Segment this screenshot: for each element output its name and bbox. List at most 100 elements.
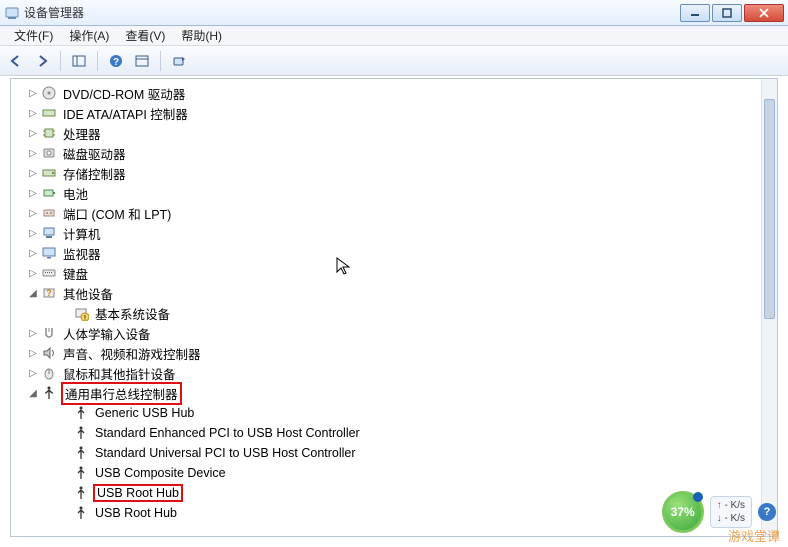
toolbar-separator [160, 51, 161, 71]
vertical-scrollbar[interactable] [761, 79, 777, 536]
tree-node-disk[interactable]: ▷ 磁盘驱动器 [11, 143, 777, 163]
other-devices-icon: ? [41, 285, 57, 301]
watermark: 游戏堂谭 [728, 526, 780, 545]
download-arrow-icon: ↓ [717, 513, 722, 524]
expand-icon[interactable]: ▷ [27, 248, 39, 259]
battery-icon [41, 185, 57, 201]
controller-icon [41, 105, 57, 121]
tree-label: 鼠标和其他指针设备 [61, 364, 178, 383]
window-controls [680, 4, 784, 22]
disk-drive-icon [41, 145, 57, 161]
menu-file[interactable]: 文件(F) [6, 27, 61, 44]
tree-label: Standard Universal PCI to USB Host Contr… [93, 446, 358, 460]
expand-icon[interactable]: ▷ [27, 228, 39, 239]
cpu-usage-value: 37% [671, 505, 695, 519]
usb-device-icon [73, 505, 89, 521]
processor-icon [41, 125, 57, 141]
tree-node-monitor[interactable]: ▷ 监视器 [11, 243, 777, 263]
hid-icon [41, 325, 57, 341]
toolbar-separator [97, 51, 98, 71]
properties-button[interactable] [130, 50, 154, 72]
device-tree-panel: ▷ DVD/CD-ROM 驱动器 ▷ IDE ATA/ATAPI 控制器 ▷ 处… [10, 78, 778, 537]
tree-label: USB Root Hub [93, 506, 179, 520]
expand-icon[interactable]: ▷ [27, 348, 39, 359]
expand-icon[interactable]: ▷ [27, 328, 39, 339]
tree-node-cpu[interactable]: ▷ 处理器 [11, 123, 777, 143]
tree-node-ide[interactable]: ▷ IDE ATA/ATAPI 控制器 [11, 103, 777, 123]
port-icon [41, 205, 57, 221]
expand-icon[interactable]: ▷ [27, 168, 39, 179]
tree-node-storage[interactable]: ▷ 存储控制器 [11, 163, 777, 183]
upload-arrow-icon: ↑ [717, 500, 722, 511]
tree-node-mouse[interactable]: ▷ 鼠标和其他指针设备 [11, 363, 777, 383]
help-button[interactable]: ? [104, 50, 128, 72]
help-bubble-icon[interactable]: ? [758, 503, 776, 521]
usb-device-icon [73, 465, 89, 481]
expand-icon[interactable]: ▷ [27, 88, 39, 99]
usb-controller-icon [41, 385, 57, 401]
menu-action[interactable]: 操作(A) [61, 27, 117, 44]
back-button[interactable] [4, 50, 28, 72]
expand-icon[interactable]: ▷ [27, 208, 39, 219]
tree-label: 监视器 [61, 244, 103, 263]
tree-label: 声音、视频和游戏控制器 [61, 344, 203, 363]
tree-node-usb-child[interactable]: Generic USB Hub [11, 403, 777, 423]
collapse-icon[interactable]: ◢ [27, 388, 39, 399]
expand-icon[interactable]: ▷ [27, 108, 39, 119]
sound-icon [41, 345, 57, 361]
tree-label: USB Composite Device [93, 466, 228, 480]
show-hide-tree-button[interactable] [67, 50, 91, 72]
cpu-usage-badge[interactable]: 37% [662, 491, 704, 533]
toolbar-separator [60, 51, 61, 71]
tree-node-other-child[interactable]: ! 基本系统设备 [11, 303, 777, 323]
tree-node-usb[interactable]: ◢ 通用串行总线控制器 [11, 383, 777, 403]
mouse-icon [41, 365, 57, 381]
tree-node-keyboard[interactable]: ▷ 键盘 [11, 263, 777, 283]
collapse-icon[interactable]: ◢ [27, 288, 39, 299]
tree-label: Standard Enhanced PCI to USB Host Contro… [93, 426, 362, 440]
device-tree[interactable]: ▷ DVD/CD-ROM 驱动器 ▷ IDE ATA/ATAPI 控制器 ▷ 处… [11, 79, 777, 536]
close-button[interactable] [744, 4, 784, 22]
scan-hardware-button[interactable] [167, 50, 191, 72]
tree-node-ports[interactable]: ▷ 端口 (COM 和 LPT) [11, 203, 777, 223]
minimize-button[interactable] [680, 4, 710, 22]
scrollbar-thumb[interactable] [764, 99, 775, 319]
upload-speed: - K/s [724, 500, 745, 511]
svg-text:?: ? [46, 288, 52, 298]
tree-label: 计算机 [61, 224, 103, 243]
tree-node-sound[interactable]: ▷ 声音、视频和游戏控制器 [11, 343, 777, 363]
menu-view[interactable]: 查看(V) [117, 27, 173, 44]
svg-text:!: ! [84, 316, 86, 322]
tree-label: IDE ATA/ATAPI 控制器 [61, 104, 190, 123]
tree-label: DVD/CD-ROM 驱动器 [61, 84, 187, 103]
expand-icon[interactable]: ▷ [27, 148, 39, 159]
tree-label: Generic USB Hub [93, 406, 196, 420]
menu-help[interactable]: 帮助(H) [173, 27, 230, 44]
download-speed: - K/s [724, 513, 745, 524]
unknown-device-icon: ! [73, 305, 89, 321]
expand-icon[interactable]: ▷ [27, 128, 39, 139]
tree-node-other[interactable]: ◢ ? 其他设备 [11, 283, 777, 303]
expand-icon[interactable]: ▷ [27, 188, 39, 199]
usb-device-icon [73, 485, 89, 501]
tree-label: 存储控制器 [61, 164, 128, 183]
tree-node-usb-child[interactable]: USB Composite Device [11, 463, 777, 483]
network-stats: ↑ - K/s ↓ - K/s [710, 496, 752, 528]
maximize-button[interactable] [712, 4, 742, 22]
expand-icon[interactable]: ▷ [27, 268, 39, 279]
tree-label: 磁盘驱动器 [61, 144, 128, 163]
tree-node-battery[interactable]: ▷ 电池 [11, 183, 777, 203]
tree-node-usb-child[interactable]: Standard Universal PCI to USB Host Contr… [11, 443, 777, 463]
tree-node-dvd[interactable]: ▷ DVD/CD-ROM 驱动器 [11, 83, 777, 103]
tree-node-computer[interactable]: ▷ 计算机 [11, 223, 777, 243]
menubar: 文件(F) 操作(A) 查看(V) 帮助(H) [0, 26, 788, 46]
app-icon [4, 5, 20, 21]
tree-node-hid[interactable]: ▷ 人体学输入设备 [11, 323, 777, 343]
forward-button[interactable] [30, 50, 54, 72]
tree-node-usb-child[interactable]: Standard Enhanced PCI to USB Host Contro… [11, 423, 777, 443]
disc-drive-icon [41, 85, 57, 101]
titlebar: 设备管理器 [0, 0, 788, 26]
tree-label: 通用串行总线控制器 [61, 382, 182, 405]
expand-icon[interactable]: ▷ [27, 368, 39, 379]
tree-label: 电池 [61, 184, 90, 203]
